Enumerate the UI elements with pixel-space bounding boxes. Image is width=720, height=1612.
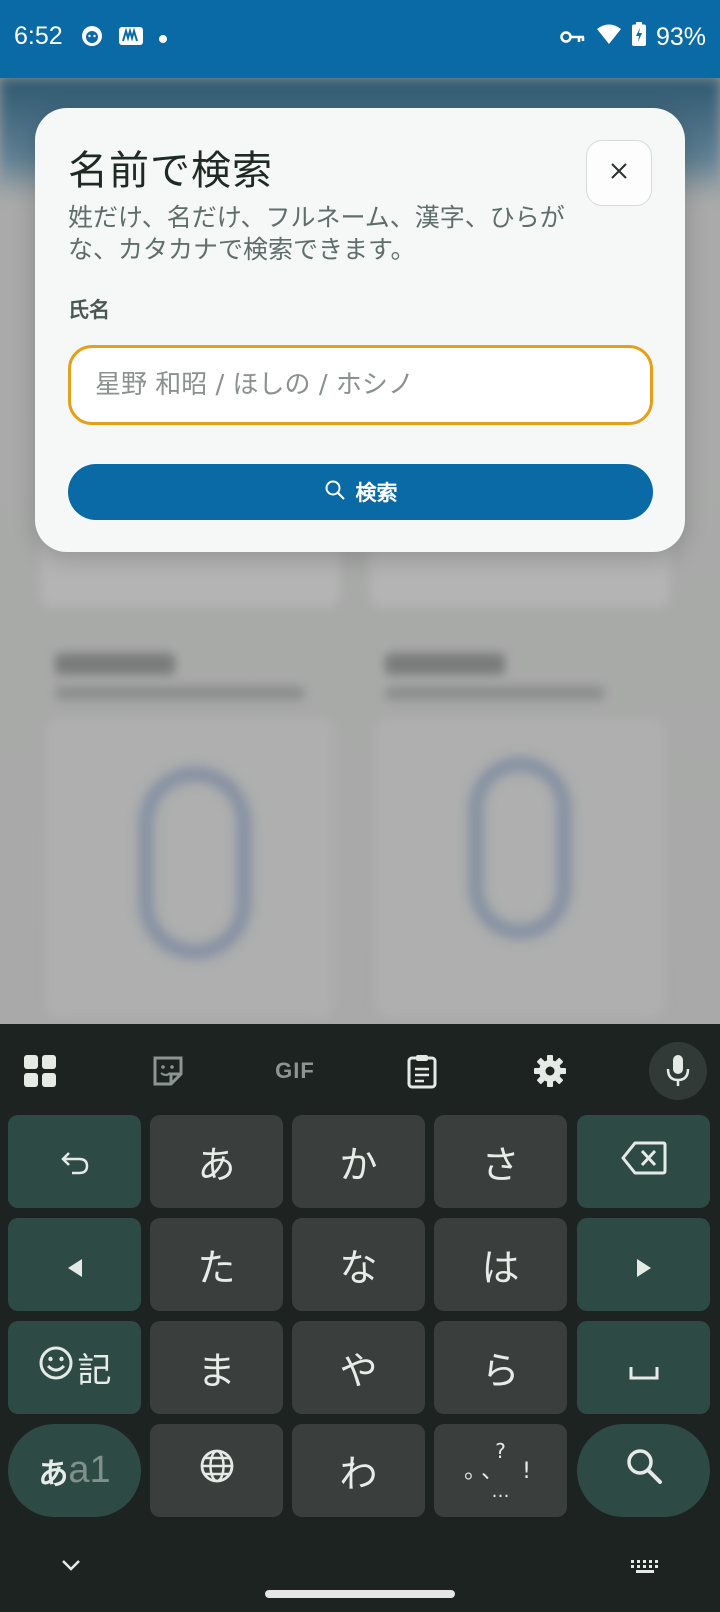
input-mode-key[interactable]: あ a1 (8, 1424, 141, 1517)
punctuation-key[interactable]: ? 。、 ! … (434, 1424, 567, 1517)
name-field-label: 氏名 (68, 298, 110, 322)
battery-icon (631, 22, 646, 53)
clipboard-icon[interactable] (393, 1042, 451, 1100)
undo-icon (60, 1140, 90, 1184)
key-ra[interactable]: ら (434, 1321, 567, 1414)
space-key[interactable] (577, 1321, 710, 1414)
backspace-icon (621, 1140, 667, 1184)
dot-icon (158, 29, 168, 48)
key-ya[interactable]: や (292, 1321, 425, 1414)
status-bar: 6:52 93% (0, 0, 720, 78)
background-text (55, 686, 305, 700)
search-button-label: 検索 (355, 481, 398, 505)
face-notification-icon (80, 24, 104, 52)
keyboard-icon (630, 1558, 660, 1577)
smiley-icon (38, 1345, 74, 1390)
punct-top-label: ? (495, 1438, 506, 1463)
key-a[interactable]: あ (150, 1115, 283, 1208)
chevron-down-icon (60, 1557, 82, 1576)
close-icon (610, 162, 628, 184)
key-ta[interactable]: た (150, 1218, 283, 1311)
sticker-icon[interactable] (139, 1042, 197, 1100)
space-icon (629, 1346, 659, 1390)
triangle-right-icon (635, 1243, 653, 1287)
mic-icon[interactable] (649, 1042, 707, 1100)
backspace-key[interactable] (577, 1115, 710, 1208)
key-sa[interactable]: さ (434, 1115, 567, 1208)
keyboard-toolbar: GIF (0, 1024, 720, 1114)
undo-key[interactable] (8, 1115, 141, 1208)
system-icons: 93% (560, 22, 706, 53)
search-icon (624, 1446, 664, 1495)
background-text (385, 653, 505, 675)
close-button[interactable] (586, 140, 652, 206)
cursor-right-key[interactable] (577, 1218, 710, 1311)
key-ka[interactable]: か (292, 1115, 425, 1208)
key-ha[interactable]: は (434, 1218, 567, 1311)
battery-percentage: 93% (655, 23, 706, 51)
apps-grid-icon[interactable] (11, 1042, 69, 1100)
gif-button[interactable]: GIF (266, 1042, 324, 1100)
background-graphic (140, 768, 250, 958)
search-by-name-dialog: 名前で検索 姓だけ、名だけ、フルネーム、漢字、ひらがな、カタカナで検索できます。… (35, 108, 685, 552)
triangle-left-icon (66, 1243, 84, 1287)
mode-alnum-label: a1 (68, 1449, 111, 1491)
vpn-key-icon (560, 23, 586, 52)
settings-icon[interactable] (521, 1042, 579, 1100)
background-text (385, 686, 605, 700)
search-icon (324, 479, 346, 506)
hide-keyboard-button[interactable] (60, 1557, 82, 1576)
wifi-icon (596, 23, 622, 52)
key-wa[interactable]: わ (292, 1424, 425, 1517)
emoji-key-label: 記 (77, 1351, 112, 1391)
cursor-left-key[interactable] (8, 1218, 141, 1311)
punct-mid-label: 。、 ! (464, 1458, 537, 1484)
globe-icon (199, 1448, 235, 1493)
background-text (55, 653, 175, 675)
dialog-description: 姓だけ、名だけ、フルネーム、漢字、ひらがな、カタカナで検索できます。 (68, 203, 565, 264)
search-button[interactable]: 検索 (68, 464, 653, 520)
notification-icons (80, 24, 168, 52)
background-graphic (470, 758, 570, 938)
keyboard-switch-button[interactable] (630, 1558, 660, 1577)
emoji-symbols-key[interactable]: 記 (8, 1321, 141, 1414)
key-na[interactable]: な (292, 1218, 425, 1311)
mode-hiragana-label: あ (38, 1456, 69, 1492)
news-app-icon (118, 24, 144, 52)
home-gesture-bar[interactable] (265, 1590, 455, 1598)
punct-bottom-label: … (491, 1480, 510, 1502)
key-ma[interactable]: ま (150, 1321, 283, 1414)
gif-label: GIF (275, 1058, 315, 1083)
dialog-title: 名前で検索 (68, 148, 273, 194)
language-key[interactable] (150, 1424, 283, 1517)
status-time: 6:52 (14, 22, 63, 50)
keyboard-search-key[interactable] (577, 1424, 710, 1517)
soft-keyboard: GIF あ か さ た な は 記 ま や ら あ a1 わ ? 。、 ! … (0, 1024, 720, 1612)
name-search-input[interactable] (68, 345, 653, 425)
